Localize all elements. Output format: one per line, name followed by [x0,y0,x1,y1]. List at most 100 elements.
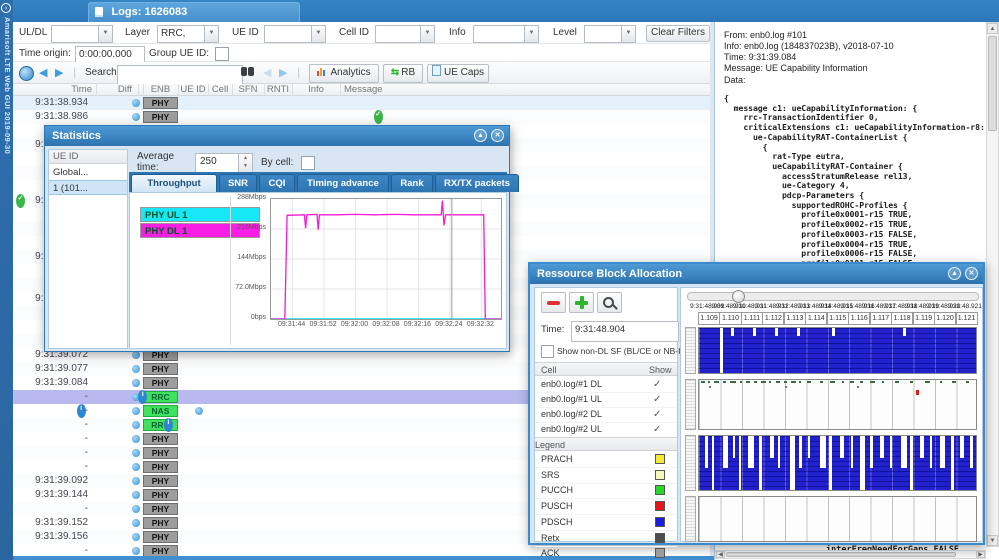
chevron-down-icon[interactable]: ▼ [524,26,538,42]
track-enb2-dl[interactable] [698,435,977,491]
rb-time-input[interactable]: 9:31:48.904 [571,321,679,342]
group-ueid-checkbox[interactable] [215,47,229,61]
bubble-icon[interactable] [132,505,140,513]
column-header-sfn[interactable]: SFN [232,84,265,96]
ue-caps-button[interactable]: UE Caps [427,64,489,83]
bubble-icon[interactable] [195,407,203,415]
column-header-message[interactable]: Message [340,84,715,96]
filter-combo-info[interactable]: ▼ [473,25,539,43]
tab-cqi[interactable]: CQI [259,174,295,192]
tab-rx-tx-packets[interactable]: RX/TX packets [435,174,519,192]
table-row[interactable]: 9:31:38.934+0.002PHY11137.8PUCCHformat=1… [13,96,710,110]
filter-combo-cellid[interactable]: ▼ [375,25,435,43]
show-checkmark-icon[interactable]: ✓ [653,407,661,422]
bubble-icon[interactable] [132,99,140,107]
bubble-icon[interactable] [132,435,140,443]
bubble-icon[interactable] [132,365,140,373]
bubble-icon[interactable] [132,379,140,387]
bubble-icon[interactable] [132,519,140,527]
bubble-icon[interactable] [132,547,140,555]
chevron-down-icon[interactable]: ▼ [311,26,325,42]
show-checkmark-icon[interactable]: ✓ [653,377,661,392]
ueid-list-item[interactable]: 1 (101... [49,180,127,195]
show-checkmark-icon[interactable]: ✓ [653,422,661,437]
close-icon[interactable]: ✕ [491,129,504,142]
zoom-in-button[interactable] [569,292,594,313]
bubble-icon[interactable] [132,477,140,485]
bubble-icon[interactable] [132,491,140,499]
horizontal-scrollbar[interactable]: ◀ ▶ [715,550,986,559]
sidebar-expand-icon[interactable]: › [1,3,11,13]
spinner-arrows-icon[interactable]: ▲▼ [238,154,252,172]
average-time-spinner[interactable]: 250 ▲▼ [195,153,253,173]
toolbar-separator-2: | [297,65,300,79]
track-enb2-ul[interactable] [698,496,977,542]
series-legend-ul[interactable]: PHY UL 1 [140,207,260,222]
column-header-rnti[interactable]: RNTI [264,84,293,96]
rb-time-slider[interactable] [687,292,979,301]
rb-title-bar[interactable]: Ressource Block Allocation ▲ ✕ [530,264,983,284]
vertical-scrollbar[interactable]: ▲ ▼ [986,22,999,547]
search-input[interactable] [117,65,243,86]
scroll-right-arrow[interactable]: ▶ [976,551,985,558]
filter-combo-level[interactable]: ▼ [584,25,636,43]
show-non-dl-checkbox[interactable] [541,345,554,358]
bubble-icon[interactable] [132,463,140,471]
scroll-down-arrow[interactable]: ▼ [987,535,998,546]
refresh-clock-icon[interactable] [19,66,34,81]
column-header-info[interactable]: Info [292,84,341,96]
column-header-time[interactable]: Time [13,84,97,96]
chevron-down-icon[interactable]: ▼ [621,26,635,42]
analytics-button[interactable]: Analytics [309,64,379,83]
bubble-icon[interactable] [132,449,140,457]
bubble-icon[interactable] [132,113,140,121]
column-header-cell[interactable]: Cell [208,84,233,96]
cell-row[interactable]: enb0.log/#2 DL✓ [535,407,677,423]
magnifier-button[interactable] [597,292,622,313]
filter-combo-uldl[interactable]: ▼ [51,25,113,43]
tab-throughput[interactable]: Throughput [131,174,217,192]
bubble-icon[interactable] [132,533,140,541]
track-enb1-dl[interactable] [698,327,977,374]
vertical-scroll-thumb[interactable] [988,36,997,131]
rb-button[interactable]: ⇆RB [383,64,423,83]
scroll-left-arrow[interactable]: ◀ [716,551,725,558]
chevron-down-icon[interactable]: ▼ [420,26,434,42]
prev-match-arrow-icon[interactable]: ◀ [263,66,271,79]
ueid-list-item[interactable]: Global... [49,165,127,180]
tab-rank[interactable]: Rank [391,174,433,192]
column-header-ueid[interactable]: UE ID [178,84,209,96]
collapse-icon[interactable]: ▲ [474,129,487,142]
by-cell-checkbox[interactable] [301,156,315,170]
next-match-arrow-icon[interactable]: ▶ [279,66,287,79]
bubble-icon[interactable] [132,351,140,359]
tab-timing-advance[interactable]: Timing advance [297,174,389,192]
bubble-icon[interactable] [132,407,140,415]
cell-row[interactable]: enb0.log/#1 DL✓ [535,377,677,393]
scroll-up-arrow[interactable]: ▲ [987,23,998,34]
tab-snr[interactable]: SNR [219,174,257,192]
cell-row[interactable]: enb0.log/#2 UL✓ [535,422,677,438]
close-icon[interactable]: ✕ [965,267,978,280]
column-header-enb[interactable]: ENB [143,84,179,96]
back-arrow-icon[interactable]: ◀ [39,66,47,79]
cell-row[interactable]: enb0.log/#1 UL✓ [535,392,677,408]
slider-handle-icon[interactable] [732,290,745,303]
chevron-down-icon[interactable]: ▼ [98,26,112,42]
bubble-icon[interactable] [132,421,140,429]
track-enb1-ul[interactable] [698,379,977,430]
forward-arrow-icon[interactable]: ▶ [55,66,63,79]
statistics-title-bar[interactable]: Statistics ▲ ✕ [45,126,509,146]
collapse-icon[interactable]: ▲ [948,267,961,280]
table-row[interactable]: 9:31:38.986+0.052PHY11143.40x3dPDSCHharq… [13,110,710,124]
binoculars-search-icon[interactable] [241,67,255,77]
filter-combo-ueid[interactable]: ▼ [264,25,326,43]
zoom-out-button[interactable] [541,292,566,313]
filter-combo-layer[interactable]: RRC,▼ [157,25,219,43]
show-checkmark-icon[interactable]: ✓ [653,392,661,407]
app-sidebar[interactable]: › Amarisoft LTE Web GUI 2019-09-30 [0,0,13,560]
chevron-down-icon[interactable]: ▼ [204,26,218,42]
tab-logs[interactable]: Logs: 1626083 [88,2,300,22]
horizontal-scroll-thumb[interactable] [726,552,956,557]
clear-filters-button[interactable]: Clear Filters [646,25,710,42]
